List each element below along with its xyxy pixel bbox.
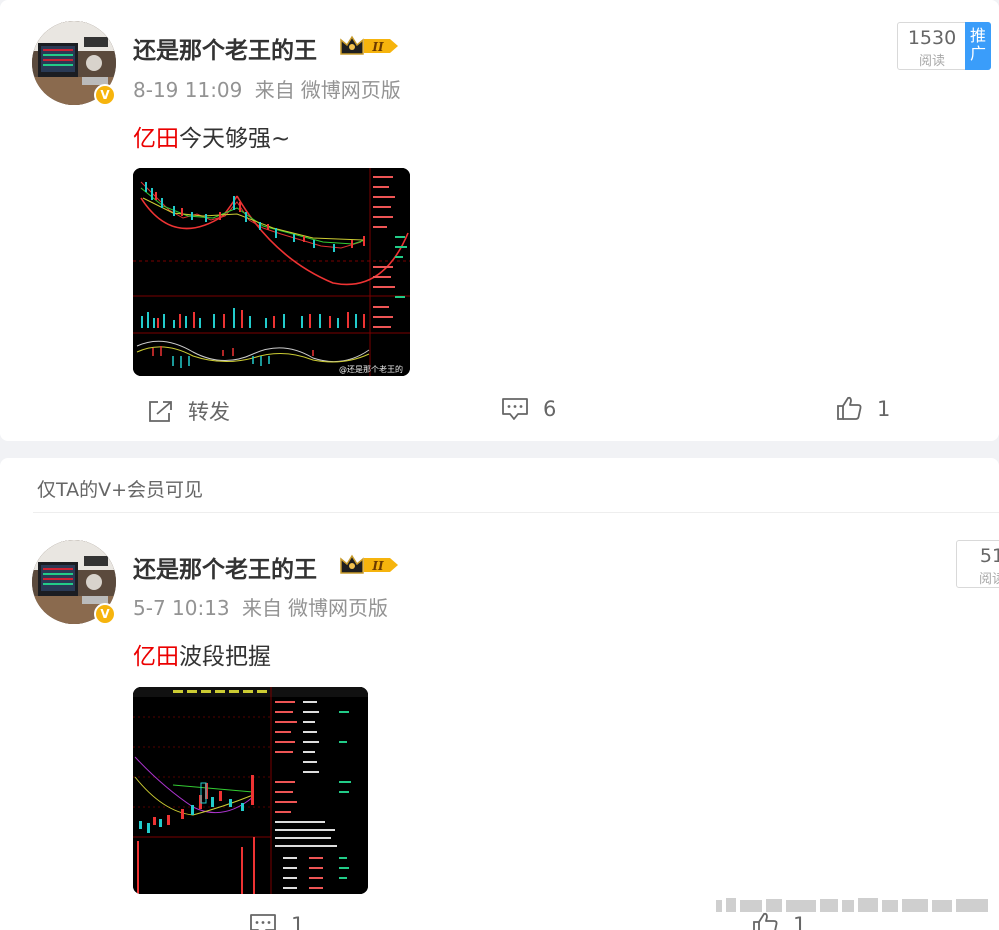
read-label: 阅读 <box>918 54 945 69</box>
post-image[interactable]: @还是那个老王的 <box>133 168 410 376</box>
repost-button[interactable]: 转发 <box>147 396 230 426</box>
comment-button[interactable]: 1 <box>249 912 304 930</box>
post-card: 仅TA的V+会员可见 V 还是那个老王的王 II 5-7 10:13 来自 微博网… <box>0 458 999 930</box>
read-count-box: 51 阅读 <box>956 540 999 588</box>
read-count-box: 1530 阅读 推广 <box>897 22 991 70</box>
vip-visibility-note: 仅TA的V+会员可见 <box>37 479 204 501</box>
post-source: 微博网页版 <box>288 596 389 620</box>
vip-level: II <box>371 559 384 573</box>
promote-button[interactable]: 推广 <box>965 22 991 70</box>
post-image[interactable] <box>133 687 368 894</box>
author-name[interactable]: 还是那个老王的王 <box>133 550 317 584</box>
post-card: V 还是那个老王的王 II 8-19 11:09 来自 微博网页版 亿田今天够强~… <box>0 0 999 441</box>
verified-badge-icon: V <box>94 603 116 625</box>
like-button[interactable]: 1 <box>836 396 890 421</box>
stock-link[interactable]: 亿田 <box>133 644 179 670</box>
vip-crown-icon: II <box>340 35 398 55</box>
post-text: 亿田今天够强~ <box>133 119 290 153</box>
post-body: 波段把握 <box>179 644 271 670</box>
stock-link[interactable]: 亿田 <box>133 126 179 152</box>
vip-level: II <box>371 40 384 54</box>
post-time[interactable]: 5-7 10:13 <box>133 596 230 620</box>
verified-badge-icon: V <box>94 84 116 106</box>
like-count: 1 <box>877 396 891 421</box>
image-watermark: @还是那个老王的 <box>339 364 403 374</box>
divider <box>33 512 999 513</box>
post-source: 微博网页版 <box>300 78 401 102</box>
read-count: 1530 <box>907 27 957 49</box>
thumbs-up-icon <box>837 396 862 420</box>
post-text: 亿田波段把握 <box>133 637 271 671</box>
stock-chart-image: @还是那个老王的 <box>133 168 410 376</box>
share-icon <box>149 400 172 422</box>
post-time[interactable]: 8-19 11:09 <box>133 78 242 102</box>
read-count: 51 <box>979 545 999 567</box>
blurred-watermark <box>716 898 988 912</box>
source-prefix: 来自 <box>242 596 283 620</box>
comment-button[interactable]: 6 <box>501 396 556 421</box>
author-name[interactable]: 还是那个老王的王 <box>133 31 317 65</box>
read-label: 阅读 <box>978 572 999 587</box>
source-prefix: 来自 <box>254 78 295 102</box>
vip-crown-icon: II <box>340 554 398 574</box>
post-meta: 5-7 10:13 来自 微博网页版 <box>133 592 388 621</box>
post-meta: 8-19 11:09 来自 微博网页版 <box>133 74 401 103</box>
repost-label: 转发 <box>188 400 230 424</box>
stock-chart-image <box>133 687 368 894</box>
comment-count: 6 <box>543 396 557 421</box>
post-body: 今天够强~ <box>179 126 291 152</box>
comment-icon <box>250 914 276 930</box>
comment-icon <box>502 398 528 420</box>
comment-count: 1 <box>291 912 305 930</box>
